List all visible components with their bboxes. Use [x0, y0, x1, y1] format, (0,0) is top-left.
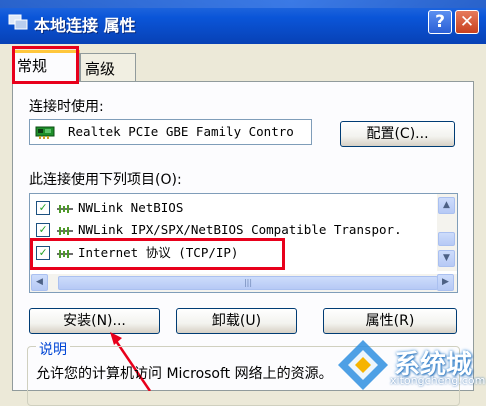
- list-item[interactable]: ✓ NWLink IPX/SPX/NetBIOS Compatible Trans…: [36, 220, 402, 240]
- help-button[interactable]: ?: [428, 10, 452, 34]
- checkbox[interactable]: ✓: [36, 222, 50, 237]
- adapter-name-field: Realtek PCIe GBE Family Contro: [29, 119, 312, 145]
- description-text: 允许您的计算机访问 Microsoft 网络上的资源。: [36, 366, 333, 382]
- properties-button[interactable]: 属性(R): [323, 308, 457, 334]
- scroll-left-button[interactable]: ◀: [31, 274, 48, 291]
- configure-button[interactable]: 配置(C)...: [340, 121, 455, 147]
- highlight-box-general-tab: [12, 46, 79, 84]
- checkbox[interactable]: ✓: [36, 200, 50, 215]
- list-item[interactable]: ✓ NWLink NetBIOS: [36, 198, 183, 218]
- window-title: 本地连接 属性: [34, 16, 136, 35]
- scroll-right-button[interactable]: ▶: [437, 274, 454, 291]
- protocol-icon: [57, 226, 73, 235]
- protocol-icon: [57, 204, 73, 213]
- description-legend: 说明: [36, 339, 70, 359]
- watermark-logo-icon: [338, 340, 388, 390]
- list-item-label: NWLink IPX/SPX/NetBIOS Compatible Transp…: [78, 222, 402, 237]
- network-connection-icon: [8, 14, 28, 30]
- network-adapter-icon: [35, 126, 55, 139]
- scroll-thumb[interactable]: [438, 232, 455, 246]
- vertical-scrollbar[interactable]: ▲ ▼: [437, 194, 457, 271]
- horizontal-scroll-thumb[interactable]: |||: [58, 276, 438, 290]
- watermark-url: xitongcheng.com: [390, 374, 486, 387]
- scroll-up-button[interactable]: ▲: [438, 197, 455, 214]
- title-bar-top-strip: [0, 0, 486, 8]
- highlight-box-tcpip: [30, 238, 285, 270]
- components-label: 此连接使用下列项目(O):: [29, 172, 182, 188]
- uninstall-button[interactable]: 卸载(U): [176, 308, 297, 334]
- close-button[interactable]: ✕: [455, 10, 479, 34]
- list-item-label: NWLink NetBIOS: [78, 200, 184, 215]
- connect-using-label: 连接时使用:: [29, 99, 104, 115]
- scroll-down-button[interactable]: ▼: [438, 250, 455, 267]
- tab-advanced[interactable]: 高级: [80, 53, 136, 81]
